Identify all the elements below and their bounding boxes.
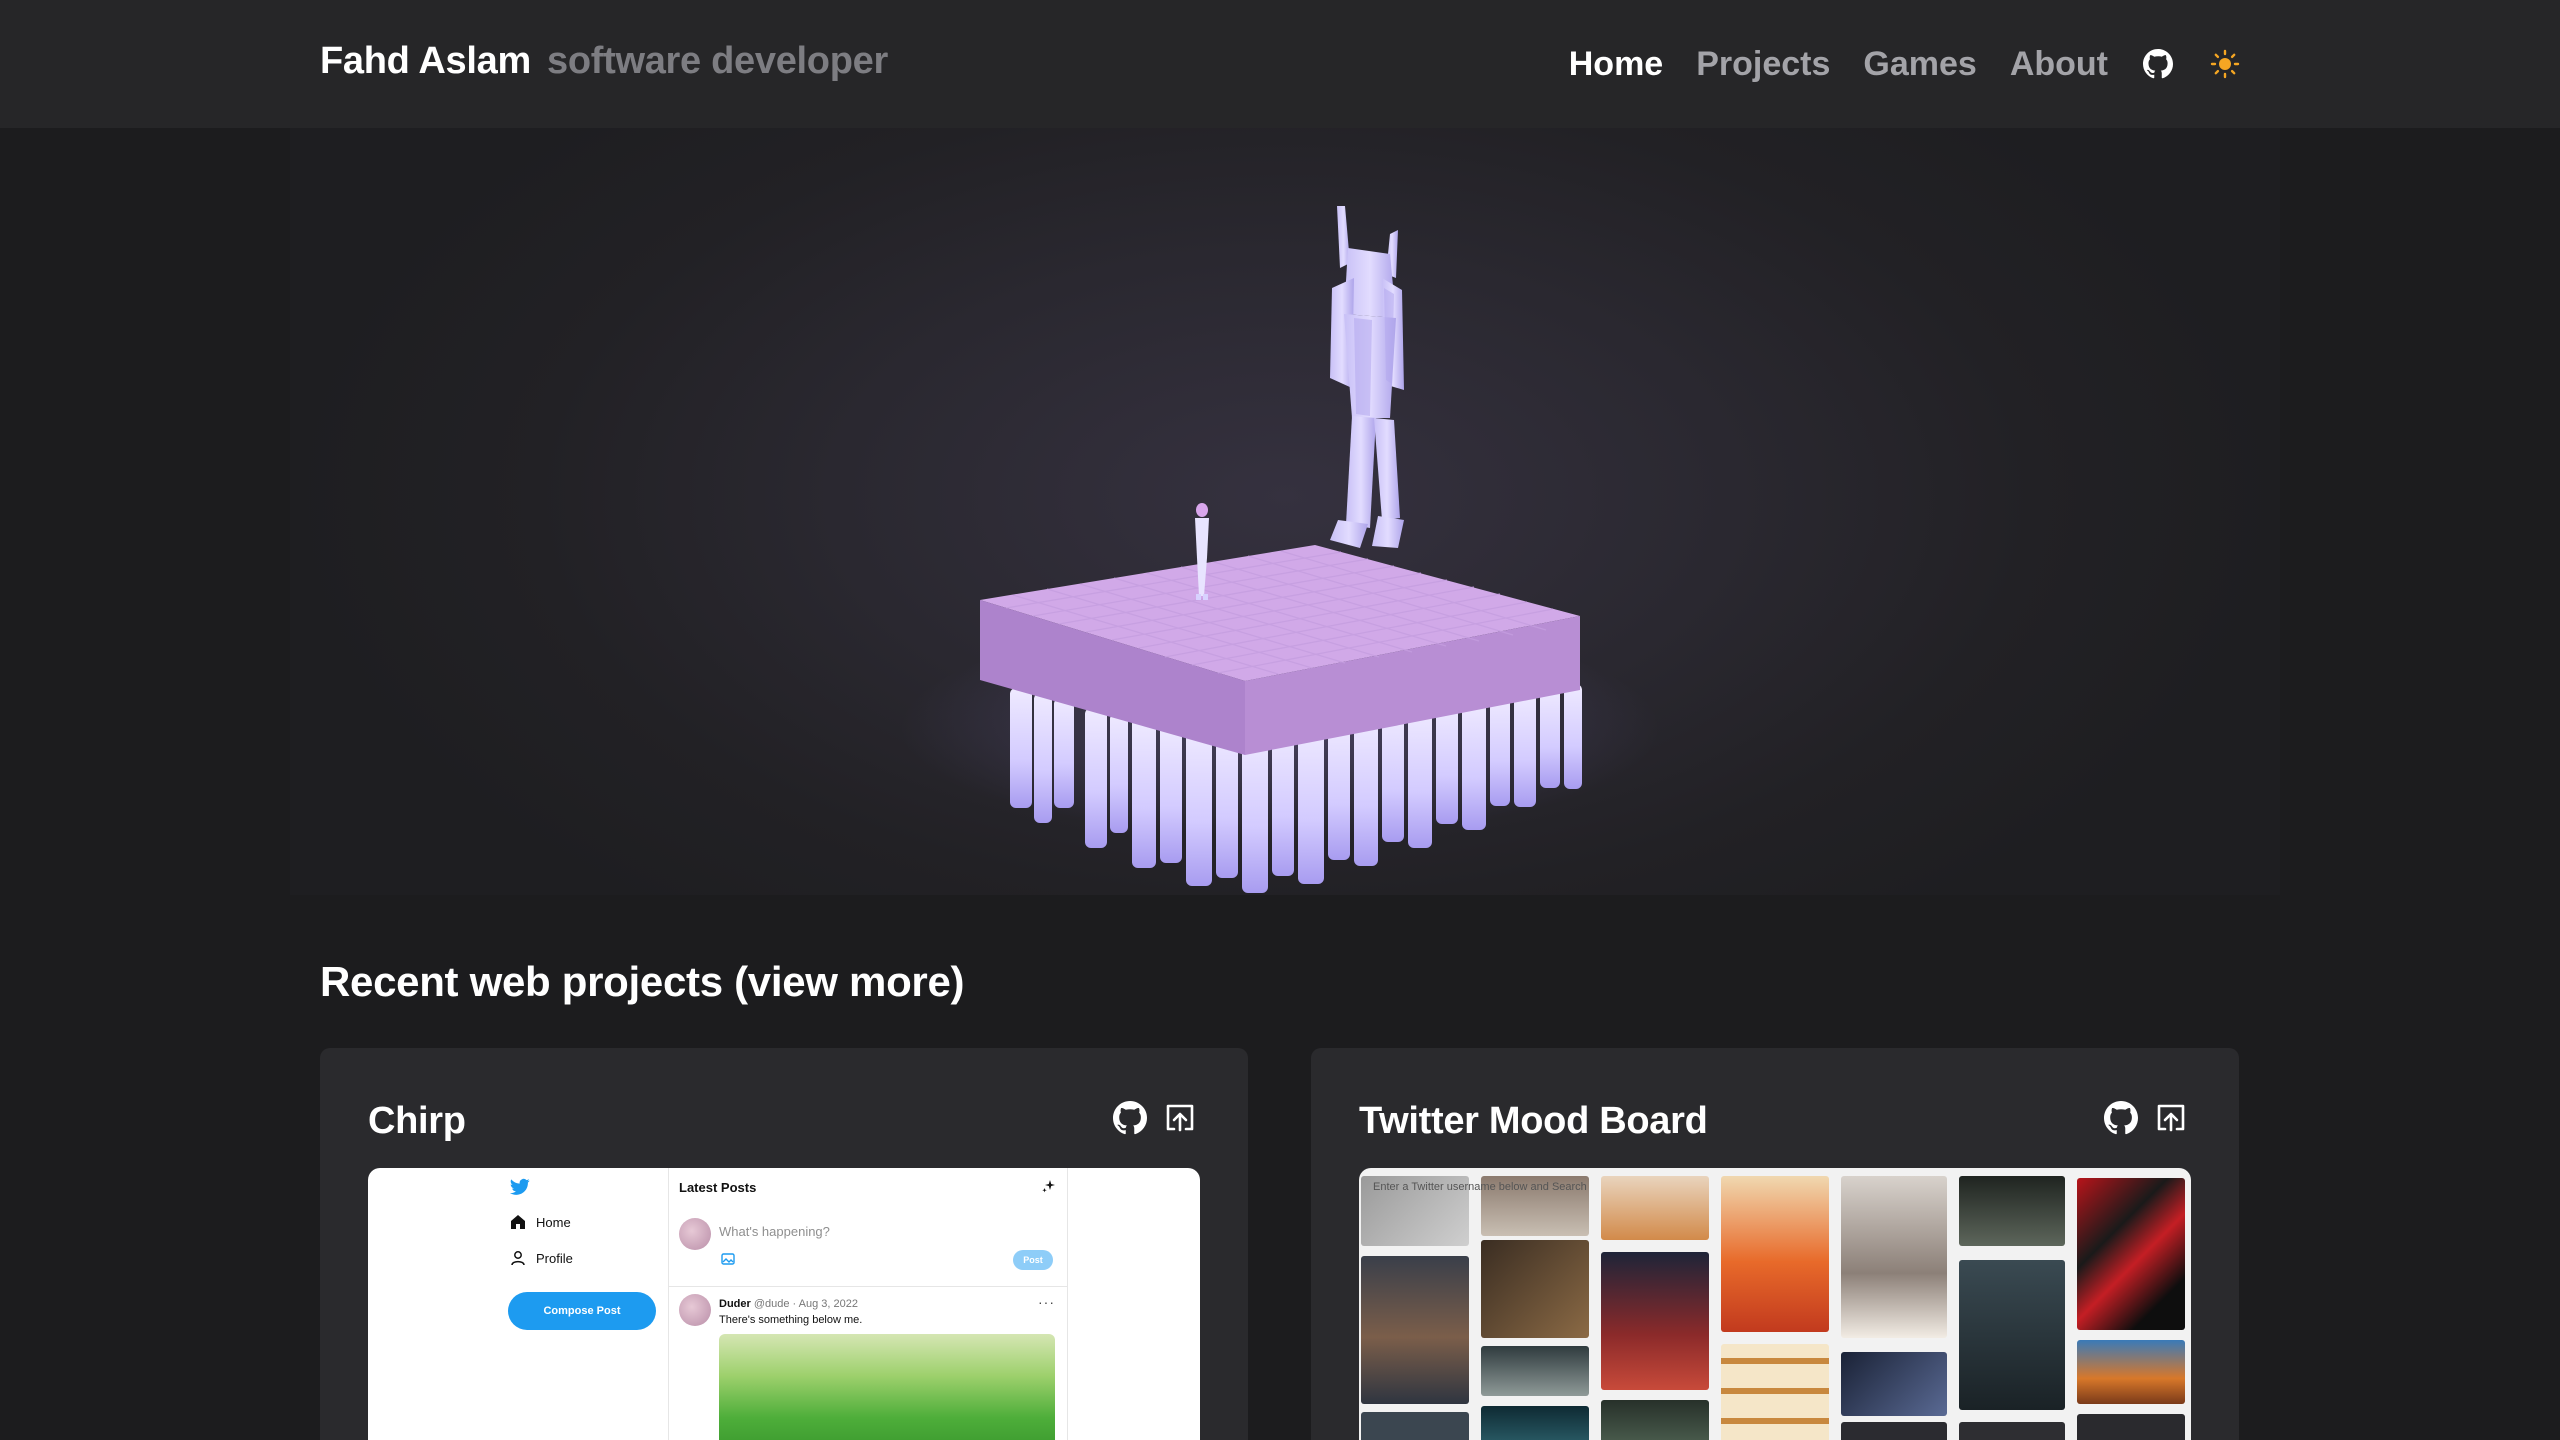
- mood-image[interactable]: [1841, 1176, 1947, 1338]
- project-card-twitter-mood-board: Twitter Mood Board Enter a Twitter usern…: [1311, 1048, 2239, 1440]
- mood-image[interactable]: [2077, 1178, 2185, 1330]
- compose-post-button[interactable]: Compose Post: [508, 1292, 656, 1330]
- mood-image[interactable]: [1841, 1422, 1947, 1440]
- post-image[interactable]: [719, 1334, 1055, 1440]
- mood-image[interactable]: [1481, 1406, 1589, 1440]
- open-external-icon[interactable]: [2153, 1100, 2189, 1136]
- nav-games[interactable]: Games: [1863, 45, 1976, 84]
- mood-image[interactable]: [1959, 1260, 2065, 1410]
- post-button[interactable]: Post: [1013, 1250, 1053, 1270]
- home-icon: [511, 1215, 525, 1229]
- sparkle-icon[interactable]: [1041, 1178, 1057, 1199]
- mood-image[interactable]: [1601, 1252, 1709, 1390]
- username-search-hint[interactable]: Enter a Twitter username below and Searc…: [1363, 1178, 1743, 1218]
- github-icon[interactable]: [2141, 47, 2175, 81]
- sun-icon[interactable]: [2208, 47, 2242, 81]
- post-author: Duder: [719, 1298, 751, 1310]
- image-icon[interactable]: [721, 1252, 735, 1270]
- chirp-feed: Latest Posts What's happening? Post Dude…: [668, 1168, 1068, 1440]
- chirp-nav-profile-label: Profile: [536, 1250, 573, 1266]
- mood-image[interactable]: [1361, 1412, 1469, 1440]
- more-icon[interactable]: ···: [1038, 1294, 1055, 1310]
- avatar: [679, 1218, 711, 1250]
- mood-image[interactable]: [1361, 1256, 1469, 1404]
- avatar: [679, 1294, 711, 1326]
- hero-scene-illustration: [900, 206, 1660, 893]
- card-actions: [2103, 1100, 2189, 1136]
- compose-placeholder[interactable]: What's happening?: [719, 1224, 830, 1239]
- brand-role: software developer: [546, 40, 888, 82]
- brand[interactable]: Fahd Aslam software developer: [320, 40, 888, 92]
- nav-about[interactable]: About: [2010, 45, 2108, 84]
- mood-image[interactable]: [1601, 1400, 1709, 1440]
- post-text: There's something below me.: [719, 1314, 863, 1326]
- project-preview-chirp[interactable]: Home Profile Compose Post Latest Posts W…: [368, 1168, 1200, 1440]
- hero-3d-canvas[interactable]: [290, 128, 2280, 895]
- chirp-sidebar: Home Profile Compose Post: [508, 1168, 664, 1440]
- section-title[interactable]: Recent web projects (view more): [320, 958, 965, 1006]
- nav-home[interactable]: Home: [1569, 45, 1663, 84]
- project-title: Chirp: [368, 1100, 466, 1142]
- mood-image[interactable]: [1481, 1240, 1589, 1338]
- brand-name[interactable]: Fahd Aslam: [320, 40, 531, 83]
- open-external-icon[interactable]: [1162, 1100, 1198, 1136]
- chirp-nav-home-label: Home: [536, 1214, 571, 1230]
- mood-image[interactable]: [1959, 1422, 2065, 1440]
- project-title: Twitter Mood Board: [1359, 1100, 1708, 1142]
- profile-icon: [511, 1251, 525, 1266]
- mood-image[interactable]: [2077, 1340, 2185, 1404]
- project-preview-mood-board[interactable]: Enter a Twitter username below and Searc…: [1359, 1168, 2191, 1440]
- divider: [669, 1286, 1067, 1287]
- mood-image[interactable]: [2077, 1414, 2185, 1440]
- nav-projects[interactable]: Projects: [1696, 45, 1830, 84]
- card-actions: [1112, 1100, 1198, 1136]
- mood-image[interactable]: [1841, 1352, 1947, 1416]
- feed-title: Latest Posts: [679, 1180, 757, 1195]
- post-handle: @dude · Aug 3, 2022: [753, 1298, 858, 1310]
- chirp-nav-home[interactable]: Home: [510, 1214, 571, 1230]
- main-nav: Home Projects Games About: [1569, 38, 2242, 90]
- bird-icon: [510, 1178, 530, 1201]
- mood-image[interactable]: [1959, 1176, 2065, 1246]
- mood-image[interactable]: [1481, 1346, 1589, 1396]
- project-card-chirp: Chirp Home Profile Compose Post Latest P…: [320, 1048, 1248, 1440]
- github-icon[interactable]: [2103, 1100, 2139, 1136]
- hero: [0, 128, 2560, 895]
- site-header: Fahd Aslam software developer Home Proje…: [0, 0, 2560, 128]
- chirp-nav-profile[interactable]: Profile: [510, 1250, 573, 1266]
- post-meta: Duder @dude · Aug 3, 2022: [719, 1298, 858, 1310]
- mood-image[interactable]: [1721, 1344, 1829, 1440]
- github-icon[interactable]: [1112, 1100, 1148, 1136]
